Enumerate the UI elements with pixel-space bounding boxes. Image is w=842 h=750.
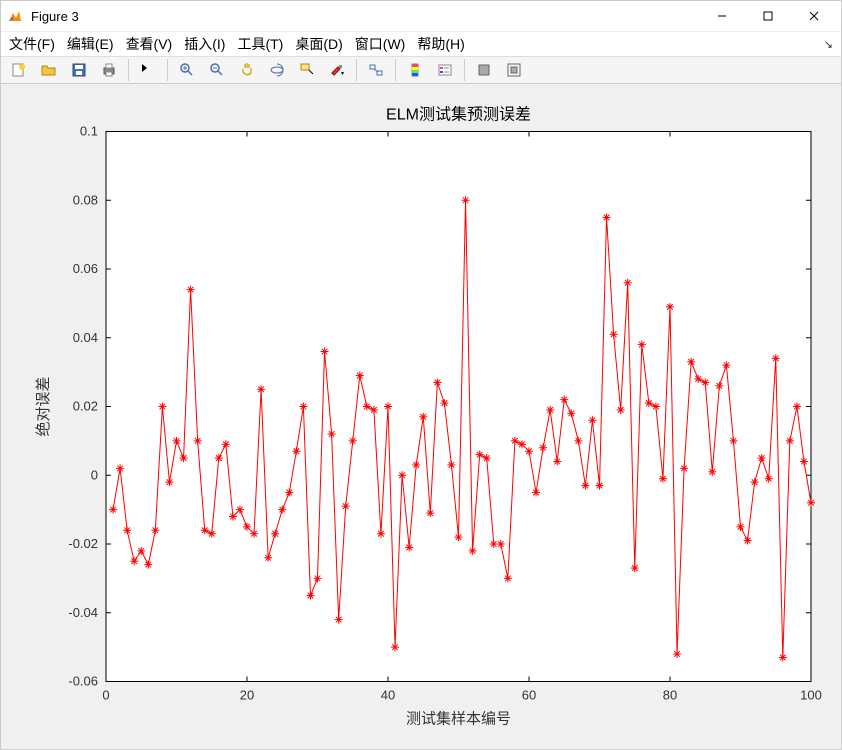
insert-legend-button[interactable] [431,57,459,83]
zoom-out-button[interactable] [203,57,231,83]
window-controls [699,1,837,31]
svg-text:-0.02: -0.02 [68,536,98,551]
svg-text:80: 80 [663,688,677,703]
chart-svg: 0 20 40 60 80 100 -0.06 -0.04 -0.02 0 0.02 0.04 0.06… [11,94,831,739]
menu-window[interactable]: 窗口(W) [355,34,406,54]
brush-button[interactable] [323,57,351,83]
svg-text:0.04: 0.04 [73,330,98,345]
chart-area[interactable]: 0 20 40 60 80 100 -0.06 -0.04 -0.02 0 0.02 0.04 0.06… [1,84,841,749]
svg-text:0.02: 0.02 [73,399,98,414]
show-plot-tools-button[interactable] [500,57,528,83]
menu-insert[interactable]: 插入(I) [184,34,225,54]
menu-file[interactable]: 文件(F) [9,34,55,54]
new-figure-button[interactable] [5,57,33,83]
edit-plot-button[interactable] [134,57,162,83]
svg-text:100: 100 [800,688,822,703]
link-plot-button[interactable] [362,57,390,83]
svg-text:20: 20 [240,688,254,703]
menu-view[interactable]: 查看(V) [126,34,173,54]
svg-text:测试集样本编号: 测试集样本编号 [406,711,511,728]
window-title: Figure 3 [31,9,699,24]
svg-text:-0.04: -0.04 [68,605,98,620]
data-cursor-button[interactable] [293,57,321,83]
menubar: 文件(F) 编辑(E) 查看(V) 插入(I) 工具(T) 桌面(D) 窗口(W… [1,32,841,57]
save-button[interactable] [65,57,93,83]
matlab-icon [5,6,25,26]
svg-text:60: 60 [522,688,536,703]
rotate-3d-button[interactable] [263,57,291,83]
svg-text:0: 0 [91,467,98,482]
insert-colorbar-button[interactable] [401,57,429,83]
svg-text:绝对误差: 绝对误差 [35,376,52,436]
toolbar-dropdown-icon[interactable]: ↘ [824,38,833,51]
maximize-button[interactable] [745,1,791,31]
svg-text:-0.06: -0.06 [68,674,98,689]
close-button[interactable] [791,1,837,31]
hide-plot-tools-button[interactable] [470,57,498,83]
print-button[interactable] [95,57,123,83]
svg-text:0.1: 0.1 [80,124,98,139]
svg-text:0: 0 [102,688,109,703]
pan-button[interactable] [233,57,261,83]
menu-help[interactable]: 帮助(H) [417,34,464,54]
menu-tools[interactable]: 工具(T) [237,34,283,54]
svg-text:ELM测试集预测误差: ELM测试集预测误差 [386,106,531,124]
minimize-button[interactable] [699,1,745,31]
open-button[interactable] [35,57,63,83]
svg-text:40: 40 [381,688,395,703]
svg-text:0.08: 0.08 [73,192,98,207]
zoom-in-button[interactable] [173,57,201,83]
figure-window: Figure 3 文件(F) 编辑(E) 查看(V) 插入(I) 工具(T) 桌… [0,0,842,750]
titlebar: Figure 3 [1,1,841,32]
toolbar [1,57,841,84]
menu-edit[interactable]: 编辑(E) [67,34,114,54]
svg-text:0.06: 0.06 [73,261,98,276]
menu-desktop[interactable]: 桌面(D) [295,34,342,54]
